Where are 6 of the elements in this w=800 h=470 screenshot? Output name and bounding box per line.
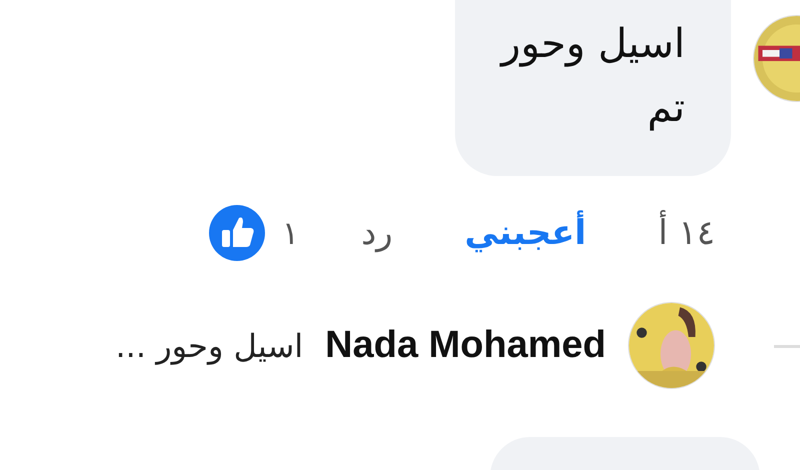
- comment-text: اسيل وحور تم: [455, 0, 731, 176]
- author-name[interactable]: Nada Mohamed: [325, 324, 606, 367]
- reply-snippet: اسيل وحور ...: [116, 326, 304, 364]
- thumbs-up-icon: [208, 204, 266, 262]
- reply-link[interactable]: رد: [361, 213, 393, 253]
- reaction-count: ١: [282, 214, 300, 252]
